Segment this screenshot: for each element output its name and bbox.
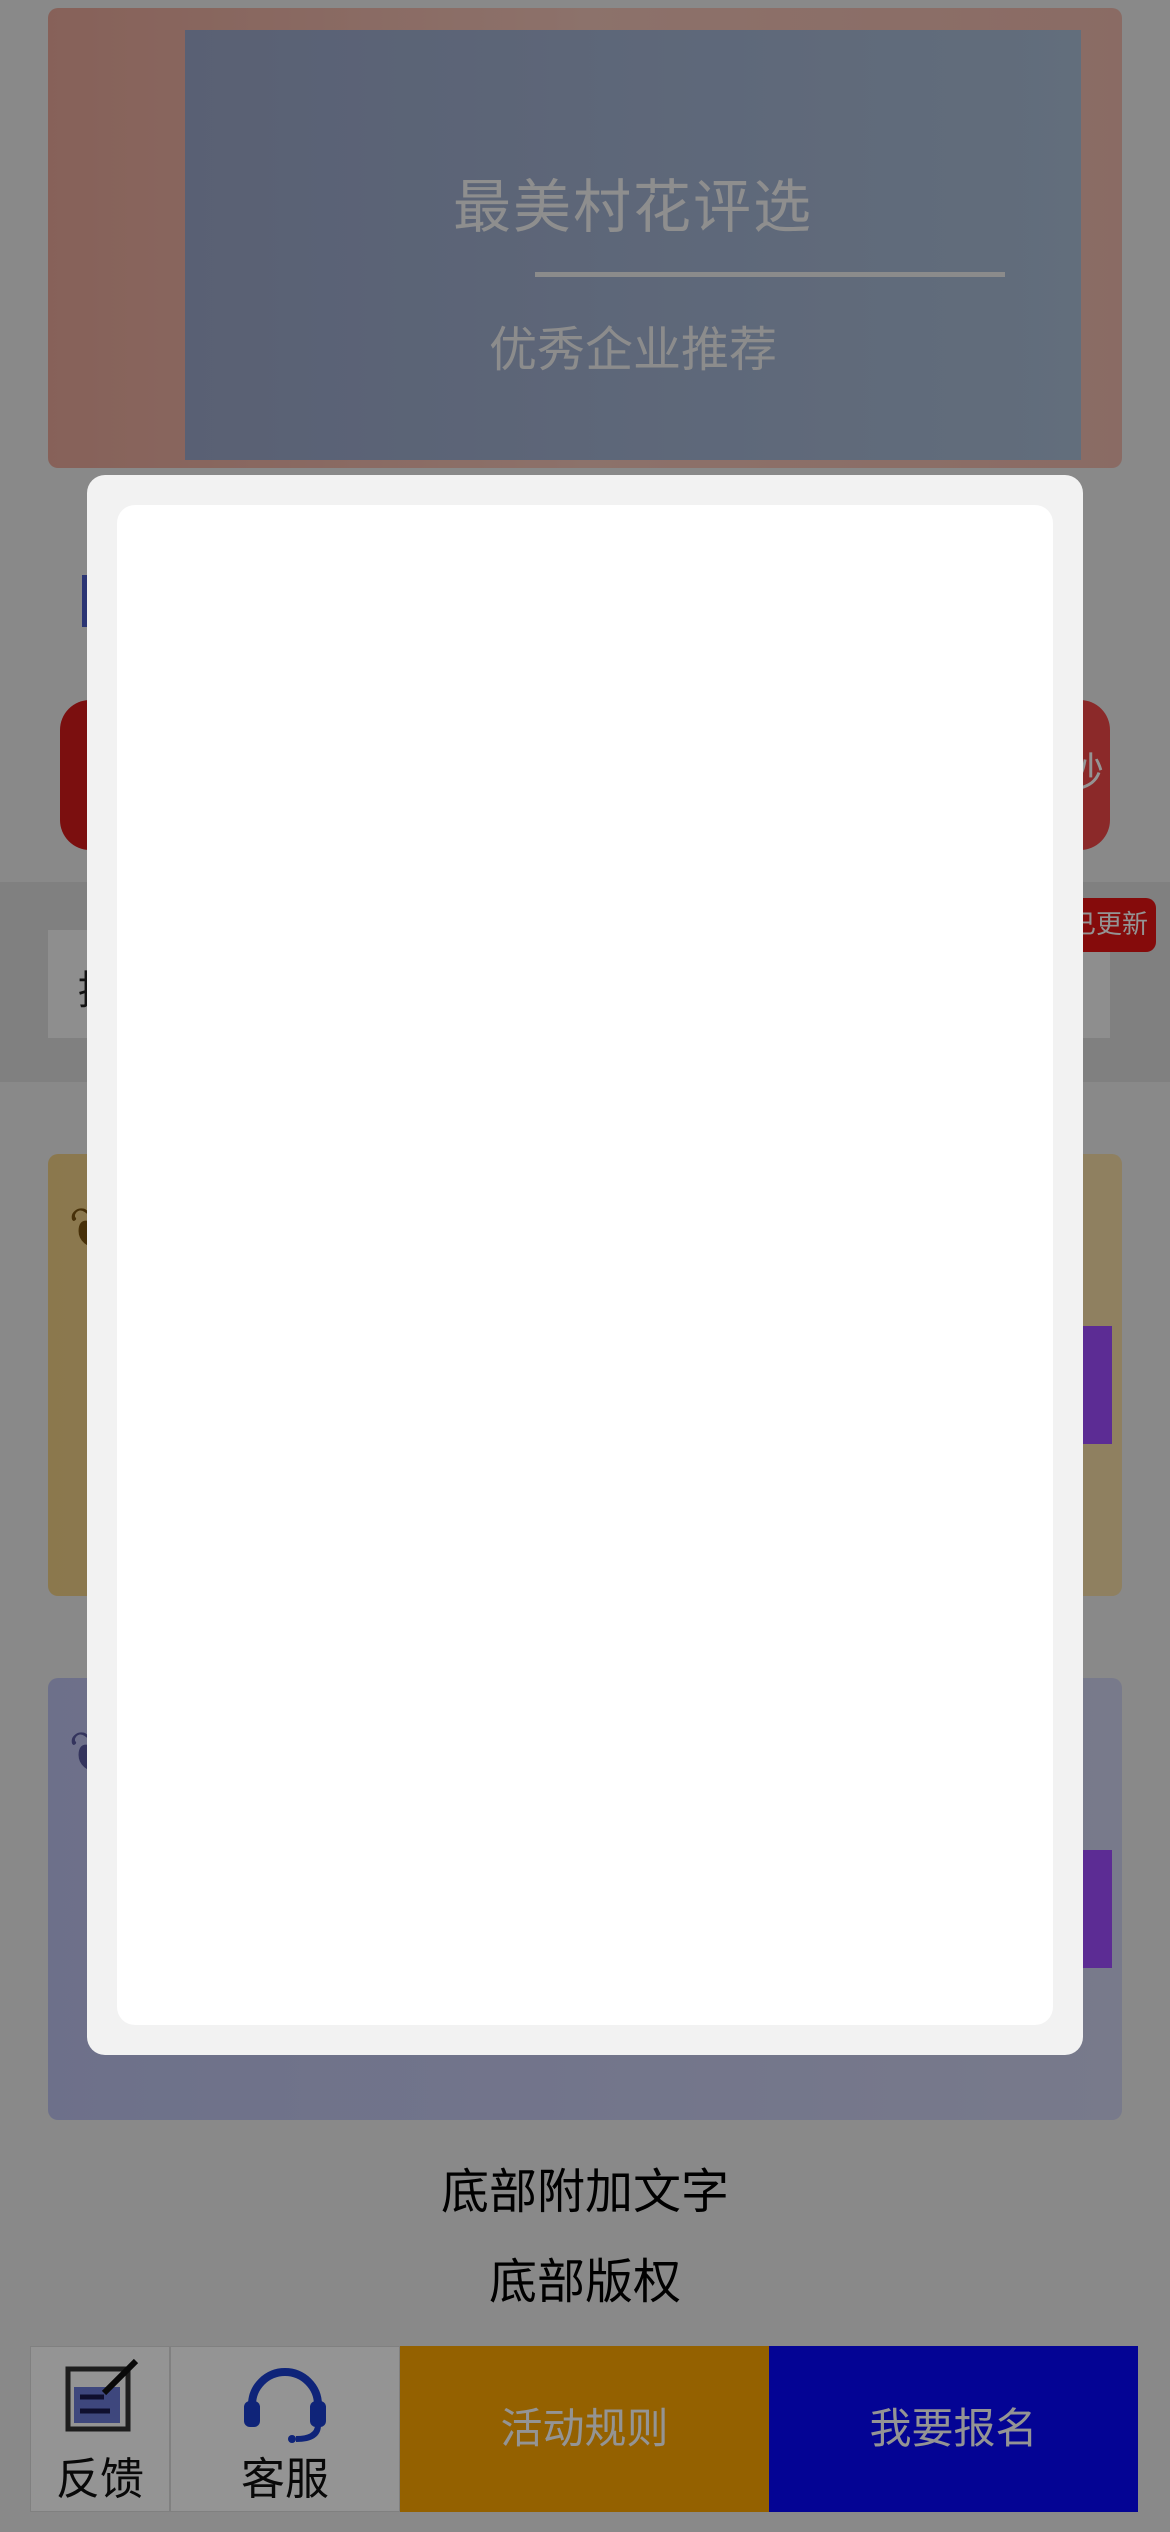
modal-dialog — [87, 475, 1083, 2055]
modal-content — [117, 505, 1053, 2025]
